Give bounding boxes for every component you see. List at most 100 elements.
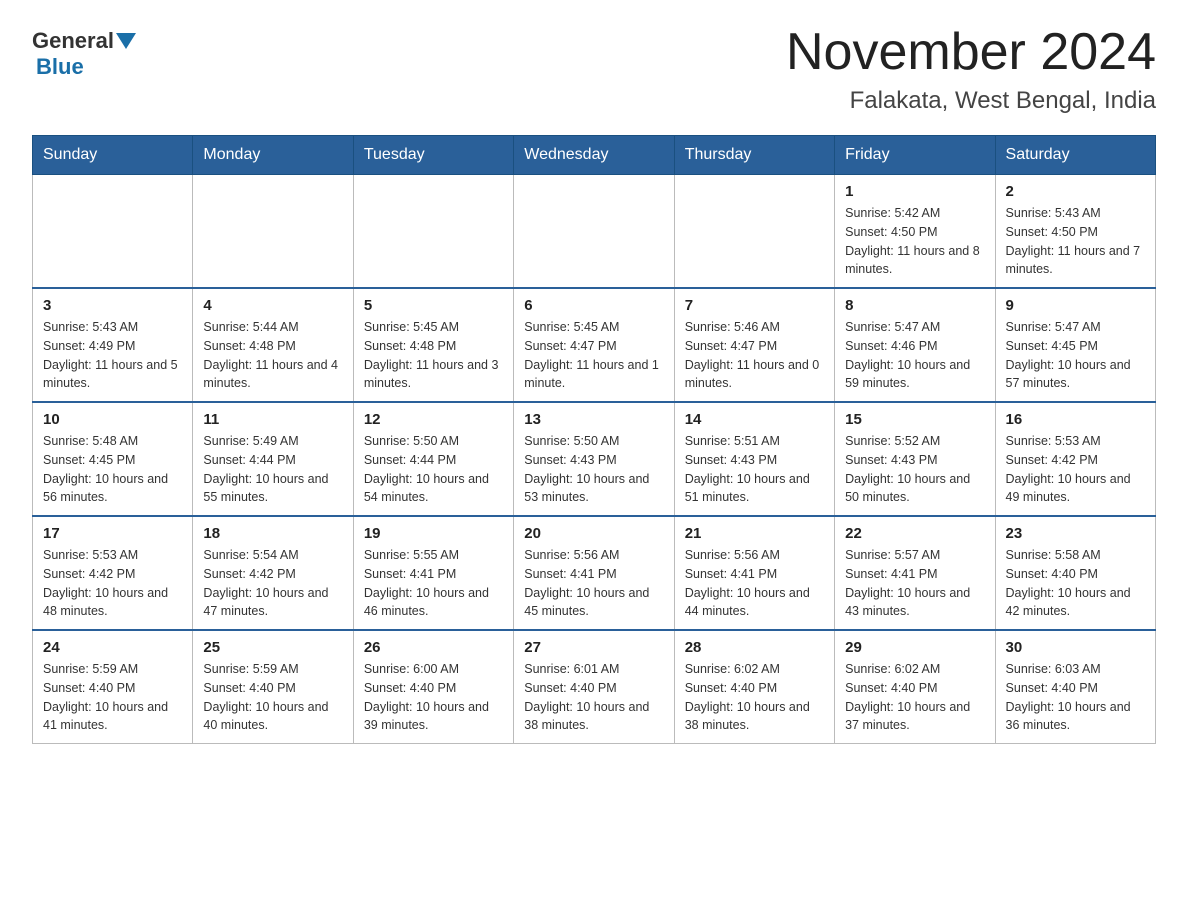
calendar-cell: 4 Sunrise: 5:44 AMSunset: 4:48 PMDaylight… bbox=[193, 288, 353, 402]
calendar-cell: 12 Sunrise: 5:50 AMSunset: 4:44 PMDayligh… bbox=[353, 402, 513, 516]
day-number: 3 bbox=[43, 297, 182, 314]
calendar-cell bbox=[674, 175, 834, 289]
day-number: 26 bbox=[364, 639, 503, 656]
day-info: Sunrise: 6:02 AMSunset: 4:40 PMDaylight:… bbox=[685, 660, 824, 735]
day-info: Sunrise: 5:56 AMSunset: 4:41 PMDaylight:… bbox=[685, 546, 824, 621]
calendar-table: Sunday Monday Tuesday Wednesday Thursday… bbox=[32, 135, 1156, 744]
calendar-cell: 8 Sunrise: 5:47 AMSunset: 4:46 PMDaylight… bbox=[835, 288, 995, 402]
calendar-cell: 22 Sunrise: 5:57 AMSunset: 4:41 PMDayligh… bbox=[835, 516, 995, 630]
calendar-cell: 3Sunrise: 5:43 AMSunset: 4:49 PMDaylight… bbox=[33, 288, 193, 402]
calendar-cell: 28Sunrise: 6:02 AMSunset: 4:40 PMDayligh… bbox=[674, 630, 834, 744]
day-number: 11 bbox=[203, 411, 342, 428]
day-number: 6 bbox=[524, 297, 663, 314]
calendar-cell: 7Sunrise: 5:46 AMSunset: 4:47 PMDaylight… bbox=[674, 288, 834, 402]
day-number: 12 bbox=[364, 411, 503, 428]
day-number: 15 bbox=[845, 411, 984, 428]
header-thursday: Thursday bbox=[674, 136, 834, 175]
day-number: 30 bbox=[1006, 639, 1145, 656]
title-section: November 2024 Falakata, West Bengal, Ind… bbox=[786, 24, 1156, 115]
day-info: Sunrise: 5:49 AMSunset: 4:44 PMDaylight:… bbox=[203, 432, 342, 507]
calendar-cell: 1 Sunrise: 5:42 AMSunset: 4:50 PMDaylight… bbox=[835, 175, 995, 289]
month-title: November 2024 bbox=[786, 24, 1156, 81]
day-info: Sunrise: 5:45 AMSunset: 4:47 PMDaylight:… bbox=[524, 318, 663, 393]
calendar-cell bbox=[514, 175, 674, 289]
day-info: Sunrise: 5:53 AMSunset: 4:42 PMDaylight:… bbox=[1006, 432, 1145, 507]
calendar-cell: 9 Sunrise: 5:47 AMSunset: 4:45 PMDaylight… bbox=[995, 288, 1155, 402]
day-number: 29 bbox=[845, 639, 984, 656]
day-info: Sunrise: 5:59 AMSunset: 4:40 PMDaylight:… bbox=[43, 660, 182, 735]
logo-blue-text: Blue bbox=[36, 54, 84, 79]
day-number: 10 bbox=[43, 411, 182, 428]
calendar-cell: 26 Sunrise: 6:00 AMSunset: 4:40 PMDayligh… bbox=[353, 630, 513, 744]
day-info: Sunrise: 5:56 AMSunset: 4:41 PMDaylight:… bbox=[524, 546, 663, 621]
day-number: 27 bbox=[524, 639, 663, 656]
day-info: Sunrise: 5:53 AMSunset: 4:42 PMDaylight:… bbox=[43, 546, 182, 621]
day-info: Sunrise: 6:02 AMSunset: 4:40 PMDaylight:… bbox=[845, 660, 984, 735]
day-number: 14 bbox=[685, 411, 824, 428]
calendar-cell bbox=[193, 175, 353, 289]
week-row-4: 17 Sunrise: 5:53 AMSunset: 4:42 PMDayligh… bbox=[33, 516, 1156, 630]
calendar-cell: 18 Sunrise: 5:54 AMSunset: 4:42 PMDayligh… bbox=[193, 516, 353, 630]
header-sunday: Sunday bbox=[33, 136, 193, 175]
day-info: Sunrise: 5:45 AMSunset: 4:48 PMDaylight:… bbox=[364, 318, 503, 393]
week-row-3: 10Sunrise: 5:48 AMSunset: 4:45 PMDayligh… bbox=[33, 402, 1156, 516]
header-saturday: Saturday bbox=[995, 136, 1155, 175]
logo-general-text: General bbox=[32, 28, 114, 54]
day-info: Sunrise: 5:42 AMSunset: 4:50 PMDaylight:… bbox=[845, 204, 984, 279]
day-number: 21 bbox=[685, 525, 824, 542]
day-number: 24 bbox=[43, 639, 182, 656]
day-number: 22 bbox=[845, 525, 984, 542]
day-number: 25 bbox=[203, 639, 342, 656]
day-info: Sunrise: 5:43 AMSunset: 4:50 PMDaylight:… bbox=[1006, 204, 1145, 279]
day-number: 2 bbox=[1006, 183, 1145, 200]
day-info: Sunrise: 5:50 AMSunset: 4:44 PMDaylight:… bbox=[364, 432, 503, 507]
weekday-header-row: Sunday Monday Tuesday Wednesday Thursday… bbox=[33, 136, 1156, 175]
day-number: 5 bbox=[364, 297, 503, 314]
day-number: 18 bbox=[203, 525, 342, 542]
day-number: 16 bbox=[1006, 411, 1145, 428]
day-info: Sunrise: 5:59 AMSunset: 4:40 PMDaylight:… bbox=[203, 660, 342, 735]
calendar-cell: 10Sunrise: 5:48 AMSunset: 4:45 PMDayligh… bbox=[33, 402, 193, 516]
calendar-cell: 24 Sunrise: 5:59 AMSunset: 4:40 PMDayligh… bbox=[33, 630, 193, 744]
day-info: Sunrise: 5:44 AMSunset: 4:48 PMDaylight:… bbox=[203, 318, 342, 393]
day-number: 9 bbox=[1006, 297, 1145, 314]
calendar-cell bbox=[353, 175, 513, 289]
week-row-2: 3Sunrise: 5:43 AMSunset: 4:49 PMDaylight… bbox=[33, 288, 1156, 402]
calendar-cell: 13Sunrise: 5:50 AMSunset: 4:43 PMDayligh… bbox=[514, 402, 674, 516]
day-number: 4 bbox=[203, 297, 342, 314]
header-tuesday: Tuesday bbox=[353, 136, 513, 175]
page-header: General Blue November 2024 Falakata, Wes… bbox=[32, 24, 1156, 115]
logo: General Blue bbox=[32, 24, 138, 80]
calendar-cell: 27 Sunrise: 6:01 AMSunset: 4:40 PMDayligh… bbox=[514, 630, 674, 744]
calendar-cell: 16 Sunrise: 5:53 AMSunset: 4:42 PMDayligh… bbox=[995, 402, 1155, 516]
logo-triangle-icon bbox=[116, 33, 136, 49]
calendar-cell: 11 Sunrise: 5:49 AMSunset: 4:44 PMDayligh… bbox=[193, 402, 353, 516]
day-info: Sunrise: 5:52 AMSunset: 4:43 PMDaylight:… bbox=[845, 432, 984, 507]
day-number: 1 bbox=[845, 183, 984, 200]
location-title: Falakata, West Bengal, India bbox=[786, 87, 1156, 115]
calendar-cell: 15 Sunrise: 5:52 AMSunset: 4:43 PMDayligh… bbox=[835, 402, 995, 516]
calendar-cell: 5 Sunrise: 5:45 AMSunset: 4:48 PMDaylight… bbox=[353, 288, 513, 402]
day-info: Sunrise: 5:57 AMSunset: 4:41 PMDaylight:… bbox=[845, 546, 984, 621]
day-info: Sunrise: 6:01 AMSunset: 4:40 PMDaylight:… bbox=[524, 660, 663, 735]
calendar-cell: 6 Sunrise: 5:45 AMSunset: 4:47 PMDaylight… bbox=[514, 288, 674, 402]
day-info: Sunrise: 5:47 AMSunset: 4:46 PMDaylight:… bbox=[845, 318, 984, 393]
calendar-cell bbox=[33, 175, 193, 289]
day-info: Sunrise: 5:47 AMSunset: 4:45 PMDaylight:… bbox=[1006, 318, 1145, 393]
day-info: Sunrise: 6:00 AMSunset: 4:40 PMDaylight:… bbox=[364, 660, 503, 735]
day-number: 8 bbox=[845, 297, 984, 314]
day-number: 17 bbox=[43, 525, 182, 542]
day-info: Sunrise: 5:51 AMSunset: 4:43 PMDaylight:… bbox=[685, 432, 824, 507]
header-wednesday: Wednesday bbox=[514, 136, 674, 175]
calendar-cell: 30Sunrise: 6:03 AMSunset: 4:40 PMDayligh… bbox=[995, 630, 1155, 744]
calendar-cell: 17 Sunrise: 5:53 AMSunset: 4:42 PMDayligh… bbox=[33, 516, 193, 630]
day-number: 19 bbox=[364, 525, 503, 542]
day-info: Sunrise: 5:54 AMSunset: 4:42 PMDaylight:… bbox=[203, 546, 342, 621]
header-monday: Monday bbox=[193, 136, 353, 175]
calendar-cell: 14 Sunrise: 5:51 AMSunset: 4:43 PMDayligh… bbox=[674, 402, 834, 516]
calendar-cell: 23Sunrise: 5:58 AMSunset: 4:40 PMDayligh… bbox=[995, 516, 1155, 630]
day-number: 7 bbox=[685, 297, 824, 314]
day-number: 20 bbox=[524, 525, 663, 542]
calendar-cell: 21 Sunrise: 5:56 AMSunset: 4:41 PMDayligh… bbox=[674, 516, 834, 630]
calendar-cell: 19Sunrise: 5:55 AMSunset: 4:41 PMDayligh… bbox=[353, 516, 513, 630]
